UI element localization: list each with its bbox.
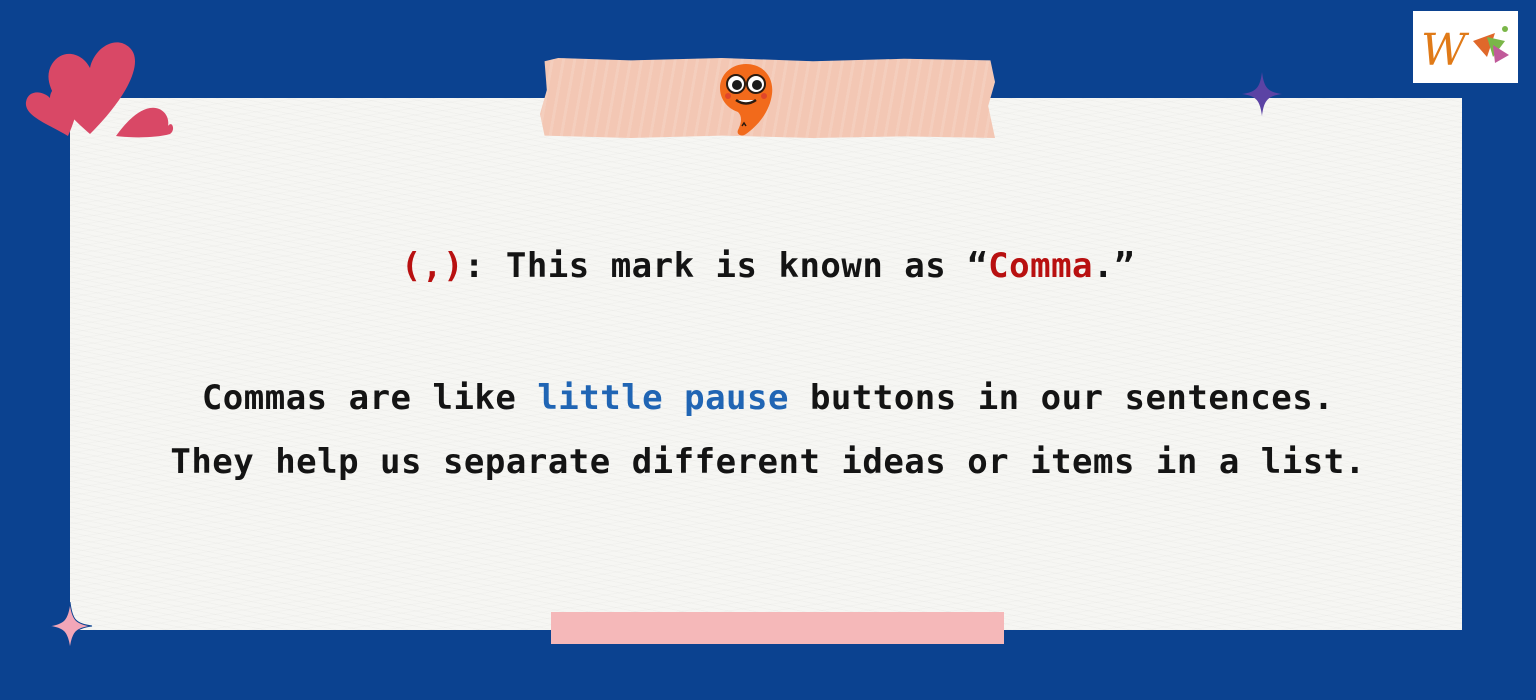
definition-text: : This mark is known as “	[463, 246, 989, 286]
svg-text:W: W	[1421, 25, 1470, 76]
comma-mascot-icon	[720, 64, 773, 136]
logo: W	[1413, 11, 1518, 83]
logo-icon: W	[1421, 25, 1509, 76]
explanation-line-1-end: buttons in our sentences.	[788, 378, 1335, 418]
comma-symbol: (,)	[401, 246, 464, 286]
definition-end: .”	[1093, 246, 1135, 286]
paper-card	[70, 98, 1462, 630]
explanation-line-1: Commas are like little pause buttons in …	[0, 378, 1536, 418]
hearts-icon	[25, 42, 174, 138]
little-pause-highlight: little pause	[537, 378, 789, 418]
tape-bottom	[551, 612, 1004, 644]
explanation-line-1-start: Commas are like	[201, 378, 538, 418]
definition-line: (,): This mark is known as “Comma.”	[0, 246, 1536, 286]
explanation-line-2: They help us separate different ideas or…	[170, 442, 1366, 482]
sparkle-icon	[1242, 72, 1282, 116]
sparkle-icon	[47, 601, 93, 651]
comma-term: Comma	[988, 246, 1094, 286]
